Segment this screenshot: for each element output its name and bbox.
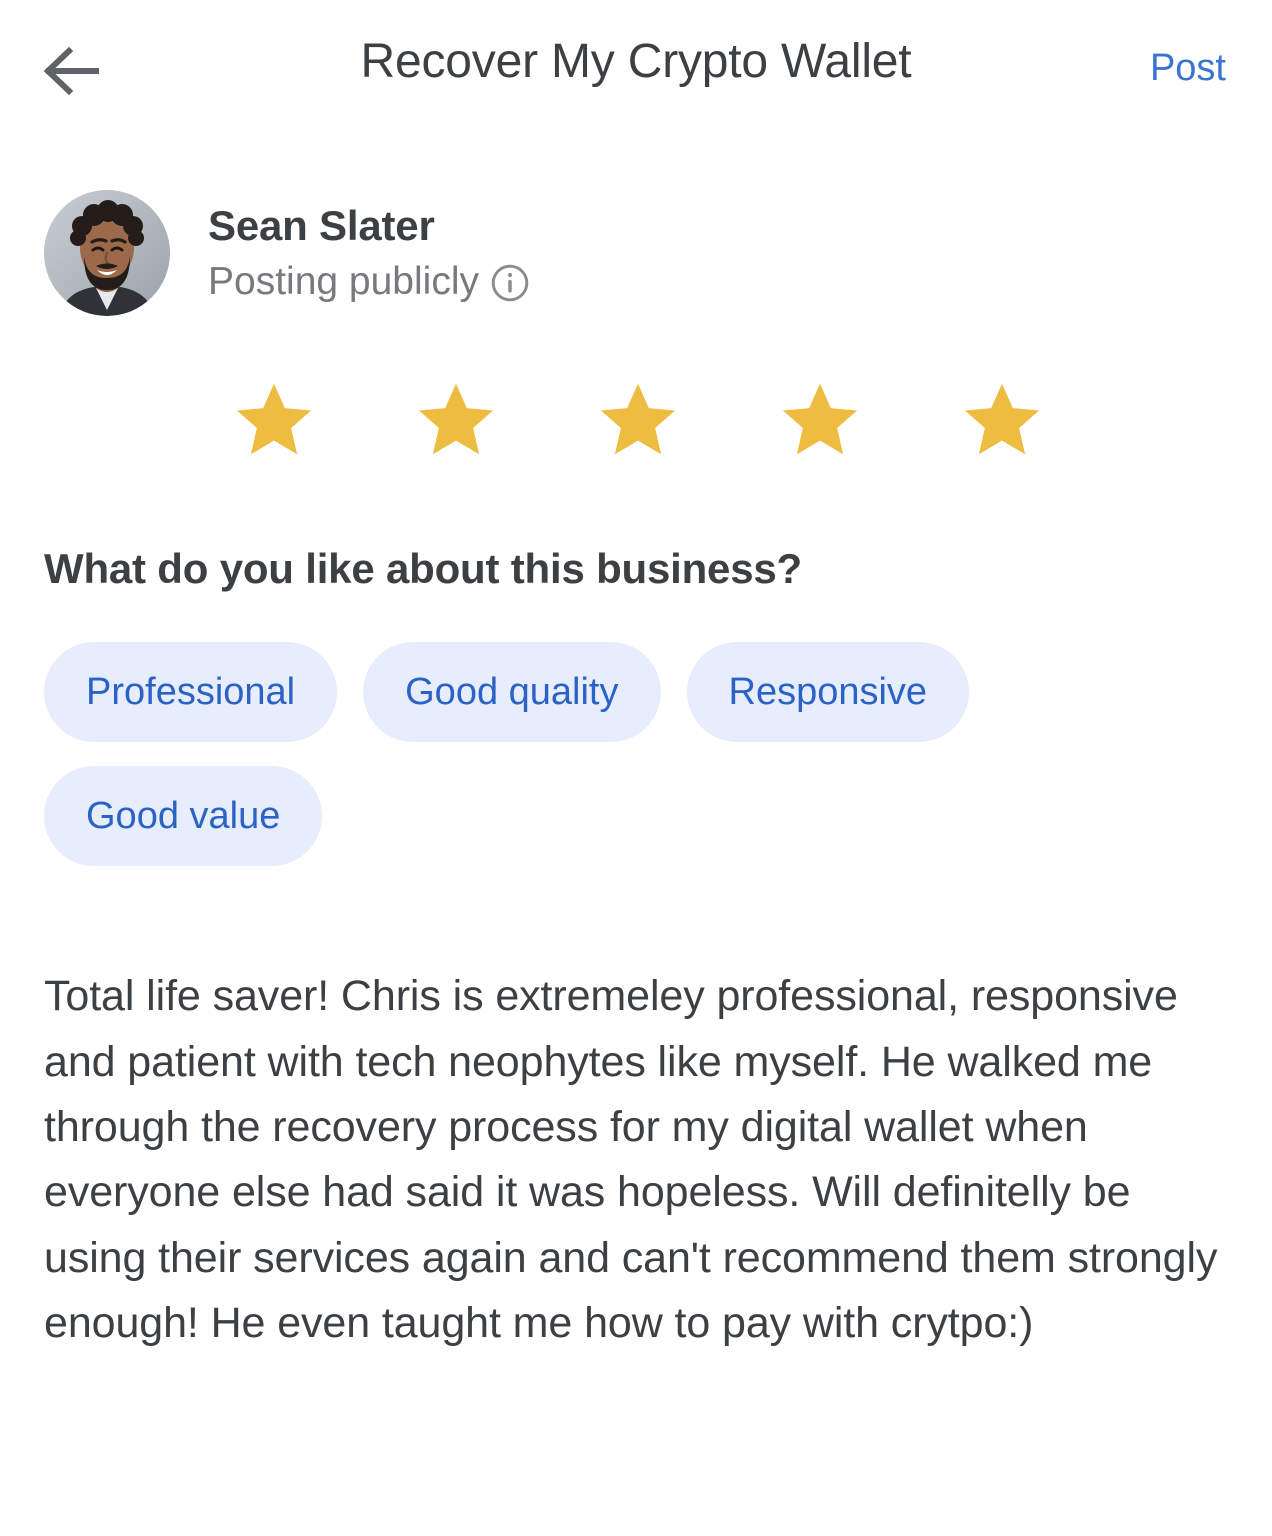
star-5[interactable] [960,378,1044,462]
star-2[interactable] [414,378,498,462]
posting-visibility-label: Posting publicly [208,260,479,304]
author-meta: Sean Slater Posting publicly [208,201,531,305]
attribute-chips: Professional Good quality Responsive Goo… [0,642,1098,867]
post-button[interactable]: Post [1140,40,1236,98]
app-bar: Recover My Crypto Wallet Post [0,0,1272,142]
star-shape [418,383,494,455]
attributes-question: What do you like about this business? [44,545,802,592]
star-1[interactable] [232,378,316,462]
author-row: Sean Slater Posting publicly [0,142,1272,316]
info-icon[interactable] [489,262,531,304]
star-shape [236,383,312,455]
page-title: Recover My Crypto Wallet [360,35,912,88]
chip-good-quality[interactable]: Good quality [363,642,661,743]
star-rating[interactable] [0,378,1272,462]
author-name: Sean Slater [208,201,435,249]
star-4[interactable] [778,378,862,462]
avatar[interactable] [44,190,170,316]
posting-visibility: Posting publicly [208,260,531,305]
chip-professional[interactable]: Professional [44,642,338,743]
chip-good-value[interactable]: Good value [44,766,323,867]
star-3[interactable] [596,378,680,462]
star-shape [782,383,858,455]
review-text-input[interactable]: Total life saver! Chris is extremeley pr… [0,964,1272,1356]
chip-responsive[interactable]: Responsive [686,642,970,743]
star-shape [964,383,1040,455]
star-shape [600,383,676,455]
